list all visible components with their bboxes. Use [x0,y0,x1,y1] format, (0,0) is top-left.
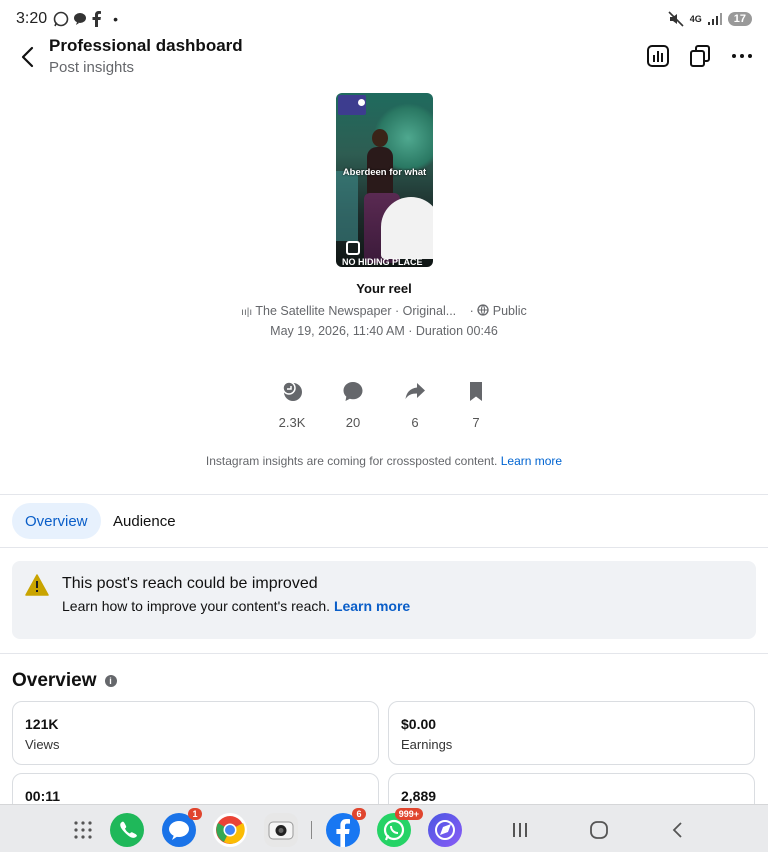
home-button[interactable] [586,817,612,843]
share-icon [405,383,425,399]
facebook-app-icon[interactable]: 6 [326,808,366,847]
audio-icon: ıı|ı [241,307,253,318]
whatsapp-status-icon [53,11,69,27]
notice-text: Instagram insights are coming for crossp… [205,454,498,468]
home-icon [590,821,608,839]
more-icon [732,54,752,58]
whatsapp-app-icon[interactable]: 999+ [377,808,423,847]
copy-icon [690,45,710,67]
grid-icon [74,821,92,839]
chrome-app-icon[interactable] [213,813,247,847]
reel-source: The Satellite Newspaper · Original... [255,304,457,318]
browser-app-icon[interactable] [428,813,462,847]
reel-date-duration: May 19, 2026, 11:40 AM · Duration 00:46 [270,324,498,338]
reel-audience: Public [492,304,527,318]
metric-label: Earnings [401,737,453,752]
whatsapp-badge: 999+ [394,808,423,820]
page-subtitle: Post insights [49,59,135,76]
overview-section-title: Overview i [12,670,117,692]
comments-count: 20 [345,415,361,430]
recents-icon [513,823,527,837]
status-bar: 3:20 • 4G 17 [0,0,768,38]
thumbnail-caption: Aberdeen for what [342,167,427,178]
status-time: 3:20 [16,10,48,27]
reel-title: Your reel [356,281,412,296]
metric-card-views[interactable]: 121K Views [12,701,379,765]
banner-learn-more-link[interactable]: Learn more [334,598,410,614]
more-options-button[interactable] [730,44,754,68]
messages-badge: 1 [188,808,202,820]
globe-icon [477,304,489,316]
dot-icon: • [113,11,119,27]
saves-stat[interactable]: 7 [446,380,506,430]
metric-value: $0.00 [401,716,437,732]
comment-icon [343,382,363,401]
banner-text: Learn how to improve your content's reac… [62,598,411,614]
back-arrow-icon[interactable] [16,44,42,70]
messages-app-icon[interactable]: 1 [162,808,202,847]
tab-overview[interactable]: Overview [12,503,101,539]
notice-learn-more-link[interactable]: Learn more [501,454,562,468]
divider [0,653,768,654]
reel-thumbnail[interactable]: Aberdeen for what NO HIDING PLACE [336,93,433,267]
camera-app-icon[interactable] [264,813,298,847]
recent-apps-button[interactable] [507,817,533,843]
mute-icon [668,11,684,27]
comments-stat[interactable]: 20 [323,380,383,430]
reactions-icon [282,381,302,401]
banner-title: This post's reach could be improved [62,575,318,592]
shares-stat[interactable]: 6 [385,380,445,430]
app-drawer-button[interactable] [70,817,96,843]
phone-app-icon[interactable] [110,813,144,847]
facebook-status-icon [92,11,102,27]
dock-separator [311,821,312,839]
divider [0,494,768,495]
chevron-left-icon [672,822,682,838]
metric-value: 121K [25,716,59,732]
page-header: Professional dashboard Post insights [0,36,768,82]
crosspost-notice: Instagram insights are coming for crossp… [0,454,768,468]
warning-icon [25,574,49,596]
insights-chart-button[interactable] [646,44,670,68]
metric-value: 2,889 [401,788,437,804]
tab-audience[interactable]: Audience [100,503,189,539]
engagement-stats: 2.3K 20 6 7 [0,380,768,430]
reactions-stat[interactable]: 2.3K [262,380,322,430]
page-title: Professional dashboard [49,36,243,55]
info-icon[interactable]: i [104,675,117,687]
battery-indicator: 17 [727,12,752,26]
reel-icon [346,241,360,255]
network-type: 4G [689,14,702,24]
channel-logo [338,95,366,115]
thumbnail-bottom-text: NO HIDING PLACE [342,257,423,267]
metric-value: 00:11 [25,788,61,804]
copy-button[interactable] [688,44,712,68]
reactions-count: 2.3K [278,415,306,430]
metric-card-earnings[interactable]: $0.00 Earnings [388,701,755,765]
signal-icon [707,13,722,25]
bar-chart-icon [647,45,669,67]
shares-count: 6 [411,415,419,430]
system-nav-bar: 1 6 999+ [0,804,768,852]
system-back-button[interactable] [665,817,691,843]
saves-count: 7 [472,415,480,430]
reel-source-line: ıı|ı The Satellite Newspaper · Original.… [241,304,527,318]
facebook-badge: 6 [352,808,366,820]
reach-improvement-banner: This post's reach could be improved Lear… [12,561,756,639]
metric-label: Views [25,737,60,752]
bookmark-icon [470,382,482,401]
messenger-status-icon [74,13,87,25]
divider [0,547,768,548]
